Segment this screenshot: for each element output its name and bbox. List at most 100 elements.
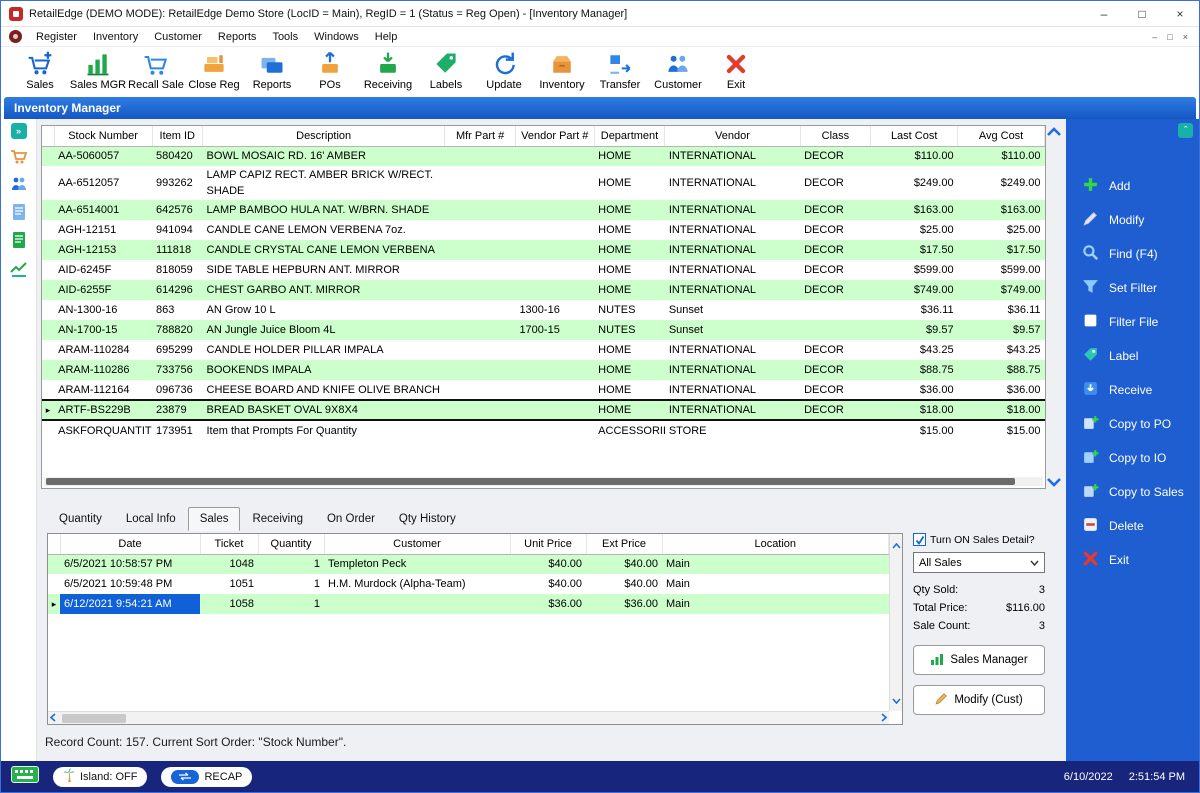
table-cell[interactable]: 818059 [152, 260, 202, 280]
table-cell[interactable]: 1048 [200, 554, 258, 574]
scroll-down-icon[interactable] [1047, 478, 1061, 487]
table-cell[interactable]: ARAM-110286 [54, 360, 152, 380]
toolbar-receiving-button[interactable]: Receiving [359, 49, 417, 91]
table-cell[interactable]: INTERNATIONAL [665, 240, 800, 260]
table-cell[interactable]: AID-6245F [54, 260, 152, 280]
table-cell[interactable]: $40.00 [586, 554, 662, 574]
table-cell[interactable]: CANDLE CRYSTAL CANE LEMON VERBENA [203, 240, 445, 260]
table-cell[interactable]: 6/5/2021 10:58:57 PM [60, 554, 200, 574]
table-cell[interactable] [445, 360, 516, 380]
tab-local-info[interactable]: Local Info [114, 507, 188, 531]
col-customer[interactable]: Customer [324, 534, 511, 555]
table-cell[interactable]: $249.00 [958, 166, 1045, 200]
table-cell[interactable]: HOME [594, 146, 665, 166]
table-cell[interactable] [445, 166, 516, 200]
table-cell[interactable]: INTERNATIONAL [665, 360, 800, 380]
table-cell[interactable]: DECOR [800, 340, 871, 360]
table-cell[interactable]: $599.00 [958, 260, 1045, 280]
table-cell[interactable]: INTERNATIONAL [665, 260, 800, 280]
col-ext-price[interactable]: Ext Price [586, 534, 663, 555]
table-row[interactable]: ARAM-110286 733756 BOOKENDS IMPALA HOME INTE… [42, 360, 1045, 380]
table-cell[interactable]: ARTF-BS229B [54, 399, 153, 421]
table-cell[interactable]: 1058 [200, 594, 258, 614]
table-cell[interactable] [445, 320, 516, 340]
document-icon[interactable] [8, 201, 30, 223]
table-cell[interactable]: $110.00 [871, 146, 958, 166]
table-cell[interactable]: CHEESE BOARD AND KNIFE OLIVE BRANCH [203, 380, 445, 400]
rail-expand-chevron-icon[interactable]: » [10, 123, 27, 139]
table-cell[interactable]: $15.00 [958, 420, 1045, 440]
menu-help[interactable]: Help [367, 29, 406, 45]
sales-horizontal-scrollbar[interactable] [48, 711, 889, 724]
table-cell[interactable]: 1 [258, 554, 324, 574]
table-cell[interactable]: DECOR [800, 380, 871, 400]
table-cell[interactable]: HOME [594, 240, 665, 260]
maximize-button[interactable]: □ [1123, 1, 1161, 26]
table-cell[interactable]: $88.75 [871, 360, 958, 380]
table-cell[interactable]: AA-6514001 [54, 200, 152, 220]
scroll-right-icon[interactable] [881, 709, 888, 727]
table-cell[interactable]: 863 [152, 300, 202, 320]
col-avg-cost[interactable]: Avg Cost [957, 126, 1045, 147]
table-row[interactable]: AN-1700-15 788820 AN Jungle Juice Bloom 4L… [42, 320, 1045, 340]
table-cell[interactable]: NUTES [594, 300, 665, 320]
minimize-button[interactable]: – [1085, 1, 1123, 26]
filter-file-button[interactable]: Filter File [1066, 305, 1199, 339]
toolbar-transfer-button[interactable]: Transfer [591, 49, 649, 91]
table-cell[interactable]: SIDE TABLE HEPBURN ANT. MIRROR [203, 260, 445, 280]
table-cell[interactable] [800, 300, 871, 320]
col-stock-number[interactable]: Stock Number [54, 126, 153, 147]
table-cell[interactable]: $43.25 [871, 340, 958, 360]
table-cell[interactable]: $163.00 [958, 200, 1045, 220]
tab-quantity[interactable]: Quantity [47, 507, 114, 531]
table-cell[interactable]: 1051 [200, 574, 258, 594]
table-cell[interactable]: AN Grow 10 L [203, 300, 445, 320]
table-cell[interactable]: $749.00 [871, 280, 958, 300]
close-button[interactable]: × [1161, 1, 1199, 26]
cart-settings-icon[interactable] [8, 145, 30, 167]
table-cell[interactable]: CANDLE HOLDER PILLAR IMPALA [203, 340, 445, 360]
recap-button[interactable]: RECAP [161, 766, 253, 787]
table-cell[interactable]: DECOR [800, 200, 871, 220]
table-cell[interactable] [445, 380, 516, 400]
menu-inventory[interactable]: Inventory [85, 29, 146, 45]
toolbar-customer-button[interactable]: Customer [649, 49, 707, 91]
table-cell[interactable]: 1700-15 [515, 320, 594, 340]
table-cell[interactable] [515, 260, 594, 280]
inventory-vertical-scrollbar[interactable] [1046, 125, 1062, 489]
table-row[interactable]: ARAM-110284 695299 CANDLE HOLDER PILLAR IM… [42, 340, 1045, 360]
table-cell[interactable]: 6/5/2021 10:59:48 PM [60, 574, 200, 594]
table-row[interactable]: ARAM-112164 096736 CHEESE BOARD AND KNIFE … [42, 380, 1045, 400]
table-cell[interactable]: $110.00 [958, 146, 1045, 166]
table-cell[interactable]: 111818 [152, 240, 202, 260]
table-cell[interactable] [515, 146, 594, 166]
table-cell[interactable] [445, 260, 516, 280]
toolbar-labels-button[interactable]: Labels [417, 49, 475, 91]
col-vendor-part[interactable]: Vendor Part # [515, 126, 595, 147]
table-cell[interactable]: 1 [258, 594, 324, 614]
table-cell[interactable]: $43.25 [958, 340, 1045, 360]
table-cell[interactable]: $25.00 [871, 220, 958, 240]
table-cell[interactable]: DECOR [800, 260, 871, 280]
table-cell[interactable]: AN-1700-15 [54, 320, 152, 340]
table-cell[interactable]: 614296 [152, 280, 202, 300]
table-cell[interactable]: 173951 [152, 420, 202, 440]
scrollbar-thumb[interactable] [62, 714, 126, 723]
table-cell[interactable]: 941094 [152, 220, 202, 240]
menu-customer[interactable]: Customer [146, 29, 210, 45]
table-cell[interactable]: $17.50 [871, 240, 958, 260]
table-cell[interactable]: Main [662, 554, 889, 574]
table-cell[interactable]: $163.00 [871, 200, 958, 220]
modify-button[interactable]: Modify [1066, 203, 1199, 237]
col-class[interactable]: Class [800, 126, 872, 147]
table-cell[interactable]: HOME [594, 380, 665, 400]
table-cell[interactable]: 993262 [152, 166, 202, 200]
table-cell[interactable]: 096736 [152, 380, 202, 400]
toolbar-reports-button[interactable]: Reports [243, 49, 301, 91]
table-cell[interactable]: ACCESSORIES [594, 420, 665, 440]
table-cell[interactable]: $18.00 [957, 399, 1045, 421]
table-row[interactable]: ASKFORQUANTITY 173951 Item that Prompts Fo… [42, 420, 1045, 440]
table-cell[interactable]: $25.00 [958, 220, 1045, 240]
toolbar-inventory-button[interactable]: Inventory [533, 49, 591, 91]
table-cell[interactable]: AA-5060057 [54, 146, 152, 166]
